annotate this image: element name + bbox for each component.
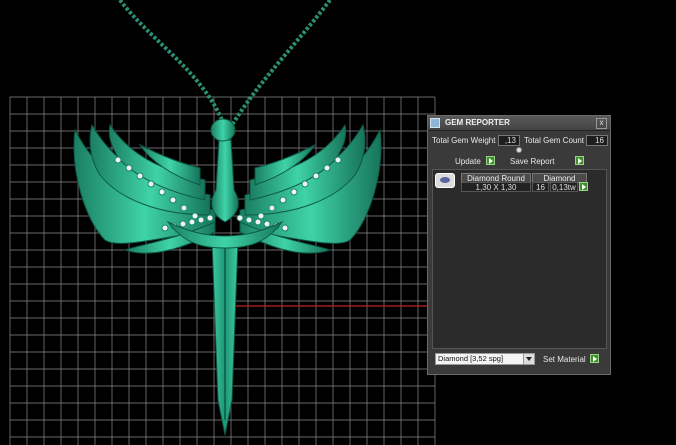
set-material-button[interactable] <box>590 354 599 363</box>
gem-stone <box>188 218 196 226</box>
total-gem-weight-label: Total Gem Weight <box>432 136 496 145</box>
gem-stone <box>236 214 244 222</box>
gem-stone <box>257 212 265 220</box>
save-report-label: Save Report <box>510 157 555 166</box>
gem-stone <box>114 156 122 164</box>
chain <box>230 0 332 127</box>
list-item[interactable]: Diamond Round 1,30 X 1,30 Diamond 16 0,1… <box>433 170 606 192</box>
gem-list[interactable]: Diamond Round 1,30 X 1,30 Diamond 16 0,1… <box>432 169 607 349</box>
gem-stone <box>191 212 199 220</box>
gem-stone <box>268 204 276 212</box>
panel-title: GEM REPORTER <box>445 118 510 127</box>
pommel <box>210 118 236 142</box>
chain <box>118 0 224 121</box>
gem-weight: 0,13tw <box>550 182 578 192</box>
total-gem-count-label: Total Gem Count <box>524 136 585 145</box>
material-select[interactable]: Diamond [3,52 spg] <box>435 353 535 365</box>
material-select-value: Diamond [3,52 spg] <box>438 354 504 363</box>
gem-reporter-panel: GEM REPORTER x Total Gem Weight ,13 Tota… <box>427 115 611 375</box>
gem-stone <box>169 196 177 204</box>
gem-stone <box>301 180 309 188</box>
gem-stone <box>279 196 287 204</box>
chevron-down-icon[interactable] <box>523 354 534 364</box>
gem-stone <box>147 180 155 188</box>
collapse-handle-icon[interactable] <box>516 147 522 153</box>
gem-stone <box>312 172 320 180</box>
gem-reporter-icon <box>430 118 440 128</box>
gem-stone <box>245 216 253 224</box>
gem-stone <box>323 164 331 172</box>
save-report-button[interactable] <box>575 156 584 165</box>
gem-stone <box>158 188 166 196</box>
gem-stone <box>161 224 169 232</box>
gem-stone <box>179 220 187 228</box>
gem-size: 1,30 X 1,30 <box>461 182 531 192</box>
sword-hilt <box>211 139 239 223</box>
gem-count: 16 <box>532 182 549 192</box>
gem-stone <box>254 218 262 226</box>
total-gem-count-value: 16 <box>586 135 608 146</box>
diamond-round-icon <box>435 173 455 188</box>
close-icon[interactable]: x <box>596 118 607 129</box>
gem-stone <box>206 214 214 222</box>
gem-stone <box>334 156 342 164</box>
set-material-label: Set Material <box>543 355 586 364</box>
panel-titlebar[interactable]: GEM REPORTER x <box>428 116 610 131</box>
gem-stone <box>125 164 133 172</box>
gem-stone <box>197 216 205 224</box>
gem-stone <box>290 188 298 196</box>
gem-stone <box>281 224 289 232</box>
gem-row-go-button[interactable] <box>579 182 588 191</box>
gem-stone <box>263 220 271 228</box>
update-label: Update <box>455 157 481 166</box>
gem-stone <box>136 172 144 180</box>
update-button[interactable] <box>486 156 495 165</box>
total-gem-weight-value: ,13 <box>498 135 520 146</box>
gem-stone <box>180 204 188 212</box>
